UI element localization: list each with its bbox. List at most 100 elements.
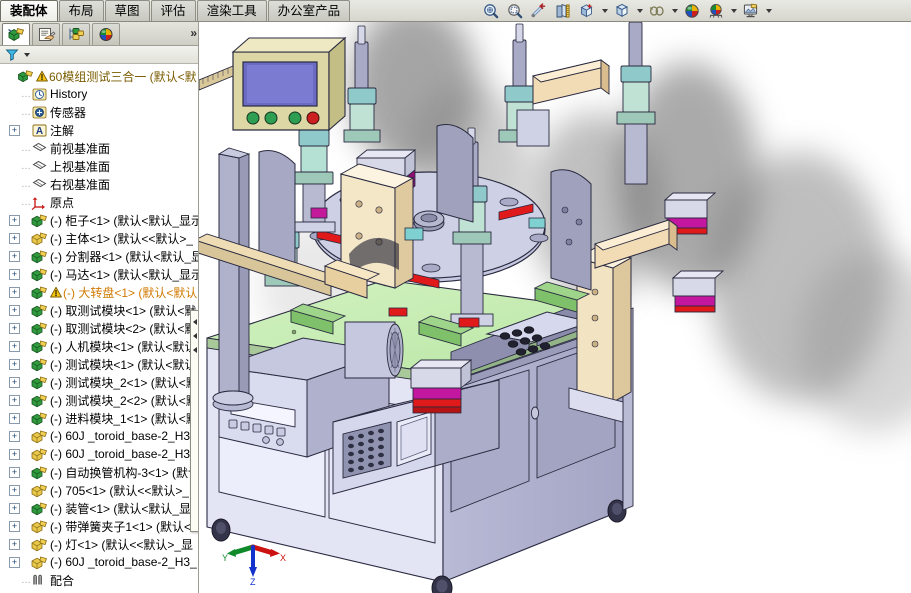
tree-expander[interactable]: + [9, 557, 20, 568]
tree-item-label: (-) 取测试模块<2> (默认<默 [50, 320, 196, 337]
tree-item[interactable]: + (-) 取测试模块<2> (默认<默 [0, 319, 199, 337]
tree-item[interactable]: +(-) 带弹簧夹子1<1> (默认< [0, 517, 199, 535]
view-settings-icon[interactable] [740, 1, 762, 22]
plane-icon [31, 141, 48, 156]
tree-item[interactable]: +(-) 705<1> (默认<<默认>_ [0, 481, 199, 499]
tree-expander[interactable]: + [9, 449, 20, 460]
tree-expander[interactable]: + [9, 323, 20, 334]
tree-item[interactable]: +…History [0, 85, 199, 103]
tree-item-label: (-) 大转盘<1> (默认<默认 [63, 284, 197, 301]
tab-office-products[interactable]: 办公室产品 [268, 0, 351, 21]
tree-expander[interactable]: + [9, 431, 20, 442]
graphics-viewport[interactable]: Y X Z [199, 22, 911, 593]
tree-item[interactable]: +(-) 测试模块_2<2> (默认<默 [0, 391, 199, 409]
tab-layout[interactable]: 布局 [59, 0, 104, 21]
configuration-manager-tab[interactable] [62, 23, 90, 45]
tree-expander[interactable]: + [9, 359, 20, 370]
ribbon-tabs: 装配体 布局 草图 评估 渲染工具 办公室产品 [0, 0, 351, 22]
display-style-icon[interactable] [611, 1, 633, 22]
tree-expander[interactable]: + [9, 521, 20, 532]
tree-item[interactable]: +(-) 人机模块<1> (默认<默认 [0, 337, 199, 355]
tree-connector: … [21, 161, 31, 172]
tree-item[interactable]: +…上视基准面 [0, 157, 199, 175]
tree-item[interactable]: +…前视基准面 [0, 139, 199, 157]
tree-expander[interactable]: + [9, 485, 20, 496]
feature-tree-tab[interactable] [2, 23, 30, 45]
tree-expander[interactable]: + [9, 413, 20, 424]
section-view-icon[interactable] [552, 1, 574, 22]
tree-item[interactable]: +(-) 装管<1> (默认<默认_显示 [0, 499, 199, 517]
tree-item[interactable]: +(-) 柜子<1> (默认<默认_显示 [0, 211, 199, 229]
tree-expander[interactable]: + [9, 305, 20, 316]
display-manager-tab[interactable] [92, 23, 120, 45]
tree-connector: … [21, 143, 31, 154]
tree-expander[interactable]: + [9, 269, 20, 280]
view-orientation-caret-icon[interactable] [600, 1, 609, 22]
tree-expander[interactable]: + [9, 539, 20, 550]
feature-tree[interactable]: 60模组测试三合一 (默认<默+…History+…传感器+A注解+…前视基准面… [0, 65, 199, 593]
apply-scene-caret-icon[interactable] [729, 1, 738, 22]
tree-item[interactable]: +(-) 灯<1> (默认<<默认>_显 [0, 535, 199, 553]
tab-evaluate[interactable]: 评估 [151, 0, 196, 21]
tree-expander[interactable]: + [9, 395, 20, 406]
tree-item[interactable]: +(-) 60J _toroid_base-2_H3_ [0, 553, 199, 571]
tree-item[interactable]: + (-) 大转盘<1> (默认<默认 [0, 283, 199, 301]
tree-item[interactable]: +(-) 主体<1> (默认<<默认>_ [0, 229, 199, 247]
tree-item[interactable]: +A注解 [0, 121, 199, 139]
tree-connector: … [21, 575, 31, 586]
part-yellow-icon [31, 537, 48, 552]
tree-expander[interactable]: + [9, 467, 20, 478]
feature-manager-tabs: » [0, 22, 199, 46]
previous-view-icon[interactable] [528, 1, 550, 22]
tree-expander[interactable]: + [9, 287, 20, 298]
tree-item[interactable]: +(-) 测试模块<1> (默认<默认 [0, 355, 199, 373]
tree-root-item[interactable]: 60模组测试三合一 (默认<默 [0, 67, 199, 85]
hide-show-items-caret-icon[interactable] [670, 1, 679, 22]
tree-item[interactable]: +(-) 测试模块_2<1> (默认<默 [0, 373, 199, 391]
tree-tooltip-popup [190, 310, 199, 532]
tree-item[interactable]: +(-) 分割器<1> (默认<默认_显 [0, 247, 199, 265]
tree-item-label: (-) 60J _toroid_base-2_H3_ [50, 447, 197, 461]
tree-item[interactable]: +…配合 [0, 571, 199, 589]
apply-scene-icon[interactable] [705, 1, 727, 22]
zoom-to-fit-icon[interactable] [480, 1, 502, 22]
feature-tree-filter-bar[interactable] [0, 46, 199, 64]
view-orientation-icon[interactable] [576, 1, 598, 22]
plane-icon [31, 159, 48, 174]
ribbon-tab-bar: 装配体 布局 草图 评估 渲染工具 办公室产品 [0, 0, 911, 22]
tree-expander[interactable]: + [9, 251, 20, 262]
tree-expander[interactable]: + [9, 233, 20, 244]
display-style-caret-icon[interactable] [635, 1, 644, 22]
tab-render-tools[interactable]: 渲染工具 [197, 0, 267, 21]
tab-sketch[interactable]: 草图 [105, 0, 150, 21]
tree-item[interactable]: +(-) 取测试模块<1> (默认<默 [0, 301, 199, 319]
tree-item[interactable]: + (-) 进料模块_1<1> (默认<默 [0, 409, 199, 427]
zoom-to-area-icon[interactable] [504, 1, 526, 22]
tree-expander[interactable]: + [9, 215, 20, 226]
tree-item[interactable]: +…原点 [0, 193, 199, 211]
tree-item[interactable]: +…右视基准面 [0, 175, 199, 193]
edit-appearance-icon[interactable] [681, 1, 703, 22]
part-green-icon [31, 411, 48, 426]
view-toolbar [480, 0, 773, 22]
filter-caret-icon[interactable] [24, 53, 30, 57]
hide-show-items-icon[interactable] [646, 1, 668, 22]
feature-manager-more-button[interactable]: » [190, 26, 195, 40]
triad-z-label: Z [250, 577, 256, 585]
tree-item[interactable]: +(-) 自动换管机构-3<1> (默认 [0, 463, 199, 481]
tree-expander[interactable]: + [9, 125, 20, 136]
property-manager-tab[interactable] [32, 23, 60, 45]
tree-item-label: (-) 进料模块_1<1> (默认<默 [50, 410, 198, 427]
tree-expander[interactable]: + [9, 377, 20, 388]
tree-item-label: 配合 [50, 572, 74, 589]
part-green-icon [31, 357, 48, 372]
tree-item[interactable]: +(-) 马达<1> (默认<默认_显示 [0, 265, 199, 283]
view-settings-caret-icon[interactable] [764, 1, 773, 22]
tree-item[interactable]: + (-) 60J _toroid_base-2_H3_ [0, 445, 199, 463]
tree-item[interactable]: +(-) 60J _toroid_base-2_H3_ [0, 427, 199, 445]
tree-item[interactable]: +…传感器 [0, 103, 199, 121]
filter-icon [5, 48, 19, 61]
tree-expander[interactable]: + [9, 503, 20, 514]
tab-assembly[interactable]: 装配体 [0, 0, 58, 21]
tree-expander[interactable]: + [9, 341, 20, 352]
